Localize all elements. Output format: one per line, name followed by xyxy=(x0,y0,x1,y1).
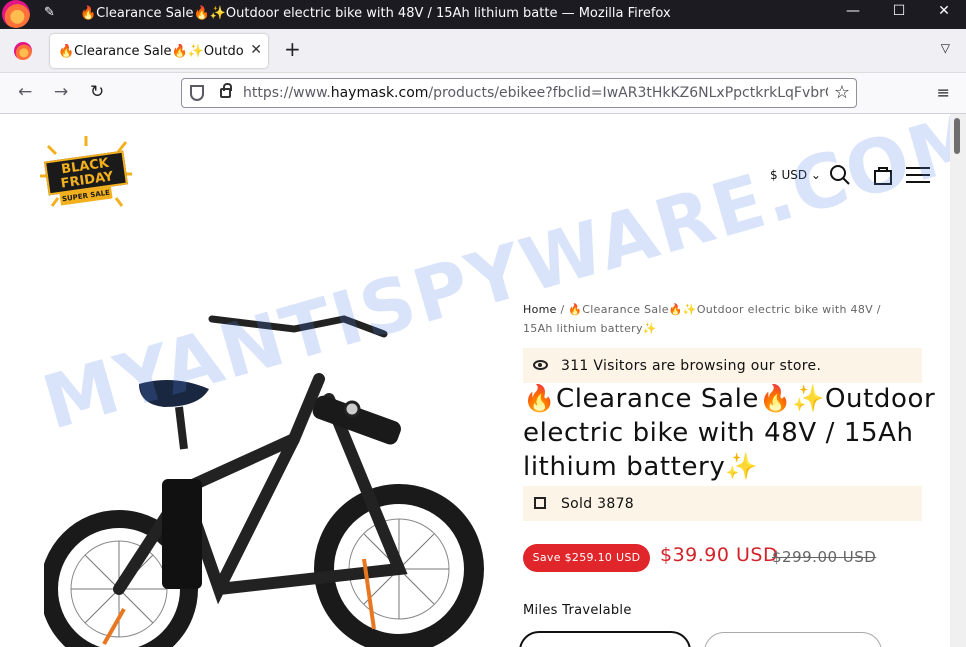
reload-icon[interactable]: ↻ xyxy=(90,82,104,102)
forward-icon[interactable]: → xyxy=(54,82,68,102)
url-bar[interactable]: https://www.haymask.com/products/ebikee?… xyxy=(181,78,857,108)
option-button-selected[interactable] xyxy=(519,631,691,647)
breadcrumb-separator: / xyxy=(560,303,565,316)
breadcrumb-current: 🔥Clearance Sale🔥✨Outdoor electric bike w… xyxy=(523,303,881,335)
list-tabs-chevron-icon[interactable]: ▽ xyxy=(941,41,950,55)
sale-price: $39.90 USD xyxy=(660,544,779,566)
option-label: Miles Travelable xyxy=(523,603,632,618)
option-button[interactable] xyxy=(704,632,882,647)
window-title: 🔥Clearance Sale🔥✨Outdoor electric bike w… xyxy=(80,6,671,21)
minimize-icon[interactable]: — xyxy=(841,3,865,19)
tab-active[interactable]: 🔥Clearance Sale🔥✨Outdoor e ✕ xyxy=(50,34,268,68)
close-icon[interactable]: ✕ xyxy=(932,3,956,19)
bag-icon xyxy=(534,497,546,509)
maximize-icon[interactable]: ☐ xyxy=(887,3,911,19)
save-badge: Save $259.10 USD xyxy=(523,544,650,572)
cart-bag-icon[interactable] xyxy=(872,164,894,186)
firefox-view-icon[interactable] xyxy=(14,42,32,60)
firefox-logo-icon xyxy=(2,0,30,28)
window-titlebar: ✎ 🔥Clearance Sale🔥✨Outdoor electric bike… xyxy=(0,0,966,29)
tab-close-icon[interactable]: ✕ xyxy=(250,42,262,58)
compare-price: $299.00 USD xyxy=(772,548,877,566)
url-text[interactable]: https://www.haymask.com/products/ebikee?… xyxy=(243,85,828,101)
bookmark-star-icon[interactable]: ☆ xyxy=(834,82,850,103)
back-icon[interactable]: ← xyxy=(18,82,32,102)
tab-title: 🔥Clearance Sale🔥✨Outdoor e xyxy=(58,43,244,59)
currency-selector[interactable]: $ USD ⌄ xyxy=(770,168,821,182)
pin-icon[interactable]: ✎ xyxy=(44,5,55,20)
lock-icon[interactable] xyxy=(220,83,232,98)
sold-text: Sold 3878 xyxy=(561,495,635,512)
chevron-down-icon: ⌄ xyxy=(810,168,821,182)
navigation-toolbar: ← → ↻ https://www.haymask.com/products/e… xyxy=(0,73,966,114)
web-page: BLACK FRIDAY SUPER SALE $ USD ⌄ Home / 🔥… xyxy=(4,114,950,647)
breadcrumb-home[interactable]: Home xyxy=(523,303,557,316)
store-logo[interactable]: BLACK FRIDAY SUPER SALE xyxy=(38,136,134,210)
currency-label: $ USD xyxy=(770,168,808,182)
product-title: 🔥Clearance Sale🔥✨Outdoor electric bike w… xyxy=(523,384,936,482)
new-tab-icon[interactable]: + xyxy=(284,37,301,61)
url-domain: haymask.com xyxy=(330,85,429,101)
scrollbar[interactable] xyxy=(950,114,966,647)
visitors-banner: 311 Visitors are browsing our store. xyxy=(523,348,922,383)
shield-icon[interactable] xyxy=(190,85,204,101)
hamburger-menu-icon[interactable]: ≡ xyxy=(937,83,950,102)
product-image-ebike[interactable] xyxy=(44,289,484,647)
url-prefix: https://www. xyxy=(243,85,331,101)
eye-icon xyxy=(533,360,548,370)
sold-banner: Sold 3878 xyxy=(523,486,922,521)
url-path: /products/ebikee?fbclid=IwAR3tHkKZ6NLxPp… xyxy=(428,85,828,101)
tab-bar: 🔥Clearance Sale🔥✨Outdoor e ✕ + ▽ xyxy=(0,29,966,73)
scrollbar-thumb[interactable] xyxy=(954,118,960,154)
visitors-text: 311 Visitors are browsing our store. xyxy=(561,357,822,374)
search-icon[interactable] xyxy=(829,164,851,186)
menu-icon[interactable] xyxy=(906,164,932,186)
breadcrumb: Home / 🔥Clearance Sale🔥✨Outdoor electric… xyxy=(523,300,913,338)
